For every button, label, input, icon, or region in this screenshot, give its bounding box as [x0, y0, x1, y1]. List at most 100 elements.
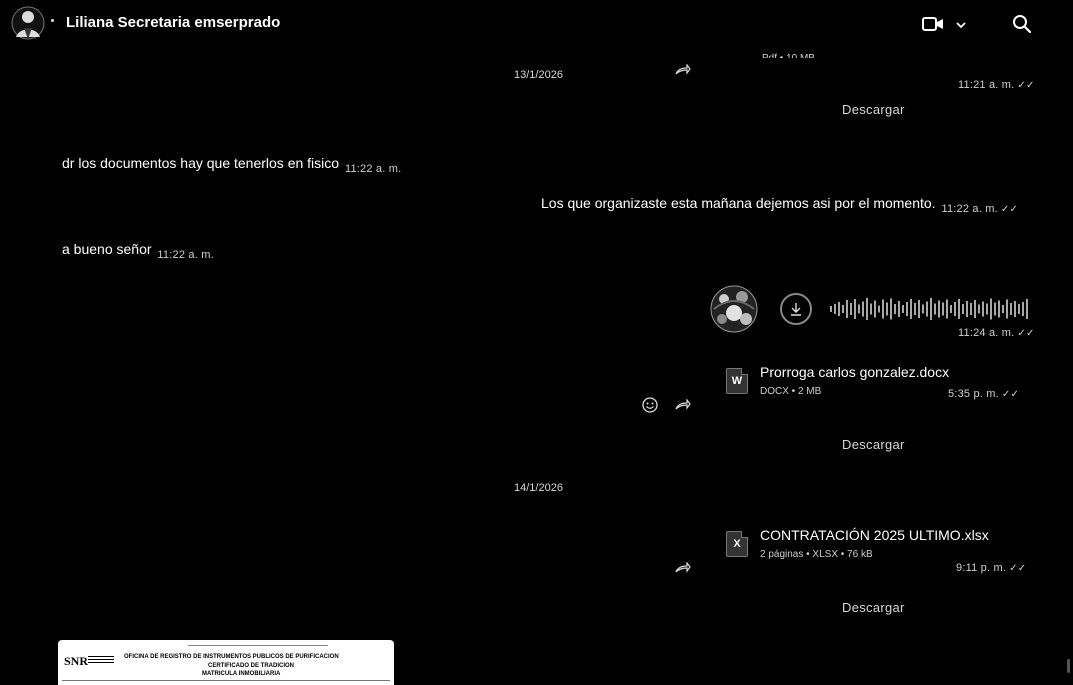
excel-document-icon: X [726, 531, 748, 557]
message-time: 11:24 a. m. ✓✓ [958, 327, 1035, 339]
file-message[interactable]: W Prorroga carlos gonzalez.docx DOCX • 2… [722, 362, 1040, 414]
incoming-message: dr los documentos hay que tenerlos en fi… [62, 155, 401, 175]
waveform-bar [878, 305, 880, 313]
waveform-bar [982, 301, 984, 317]
message-time: 11:22 a. m. [157, 249, 214, 261]
voice-download-button[interactable] [780, 293, 812, 325]
waveform-bar [998, 300, 1000, 318]
waveform-bar [918, 300, 920, 318]
waveform-bar [954, 302, 956, 316]
waveform-bar [886, 302, 888, 316]
waveform-bar [890, 298, 892, 320]
file-message[interactable]: X CONTRATACIÓN 2025 ULTIMO.xlsx 2 página… [722, 525, 1040, 577]
avatar-image [11, 6, 45, 40]
download-button[interactable]: Descargar [842, 102, 905, 117]
waveform-bar [914, 303, 916, 315]
waveform-bar [854, 299, 856, 319]
voice-waveform[interactable] [830, 297, 1032, 321]
waveform-bar [962, 304, 964, 314]
waveform-bar [834, 304, 836, 314]
waveform-bar [1006, 299, 1008, 319]
waveform-bar [898, 301, 900, 317]
waveform-bar [910, 299, 912, 319]
waveform-bar [958, 299, 960, 319]
waveform-bar [902, 305, 904, 313]
waveform-bar [990, 298, 992, 320]
search-icon [1013, 15, 1032, 34]
forward-icon [675, 562, 691, 573]
waveform-bar [870, 303, 872, 315]
message-text: dr los documentos hay que tenerlos en fi… [62, 155, 340, 171]
waveform-bar [930, 298, 932, 320]
forward-button[interactable] [674, 560, 692, 576]
waveform-bar [922, 304, 924, 314]
waveform-bar [862, 301, 864, 317]
voice-sender-avatar [710, 285, 758, 333]
double-check-icon: ✓✓ [1000, 204, 1019, 215]
waveform-bar [846, 300, 848, 318]
waveform-bar [906, 302, 908, 316]
time-text: 11:24 a. m. [958, 327, 1015, 339]
preview-line-1: OFICINA DE REGISTRO DE INSTRUMENTOS PUBL… [124, 654, 339, 660]
waveform-bar [942, 302, 944, 316]
preview-line-3: MATRICULA INMOBILIARIA [202, 671, 281, 677]
waveform-bar [970, 303, 972, 315]
date-separator: 13/1/2026 [514, 69, 563, 81]
waveform-bar [946, 299, 948, 319]
download-button[interactable]: Descargar [842, 600, 905, 615]
video-camera-icon [922, 17, 943, 31]
waveform-bar [926, 301, 928, 317]
waveform-bar [850, 303, 852, 315]
forward-icon [675, 399, 691, 410]
message-text: a bueno señor [62, 241, 152, 257]
preview-logo-subtext [88, 656, 114, 665]
waveform-bar [838, 302, 840, 316]
message-time: 11:22 a. m. ✓✓ [941, 203, 1018, 215]
contact-avatar[interactable] [11, 6, 45, 40]
file-meta-cropped: Pdf • 10 MB [762, 48, 815, 58]
waveform-bar [858, 304, 860, 314]
preview-line-2: CERTIFICADO DE TRADICION [208, 663, 294, 669]
message-time: 9:11 p. m. ✓✓ [956, 562, 1026, 574]
time-text: 11:22 a. m. [941, 203, 998, 215]
video-call-button[interactable] [920, 14, 946, 34]
waveform-bar [1002, 305, 1004, 313]
time-text: 5:35 p. m. [948, 388, 999, 400]
date-separator: 14/1/2026 [514, 482, 563, 494]
search-button[interactable] [1009, 11, 1035, 37]
document-preview[interactable]: SNR OFICINA DE REGISTRO DE INSTRUMENTOS … [58, 640, 394, 685]
forward-icon [675, 64, 691, 75]
avatar-image [710, 285, 758, 333]
waveform-bar [866, 298, 868, 320]
download-arrow-icon [791, 303, 801, 316]
avatar-status-dot [51, 19, 54, 22]
waveform-bar [1018, 304, 1020, 314]
waveform-bar [934, 303, 936, 315]
react-button[interactable] [641, 396, 659, 414]
time-text: 9:11 p. m. [956, 562, 1007, 574]
voice-message: 11:24 a. m. ✓✓ [710, 285, 1040, 345]
emoji-icon [642, 397, 658, 413]
waveform-bar [882, 299, 884, 319]
video-call-dropdown[interactable] [952, 16, 970, 34]
double-check-icon: ✓✓ [1009, 563, 1027, 574]
double-check-icon: ✓✓ [1017, 328, 1035, 339]
message-time: 11:22 a. m. [344, 163, 402, 175]
waveform-bar [950, 305, 952, 313]
incoming-message: a bueno señor 11:22 a. m. [62, 241, 214, 261]
download-button[interactable]: Descargar [842, 437, 905, 452]
outgoing-message: Los que organizaste esta mañana dejemos … [541, 195, 1018, 215]
forward-button[interactable] [674, 62, 692, 78]
waveform-bar [1014, 301, 1016, 317]
waveform-bar [1010, 303, 1012, 315]
scrollbar-thumb[interactable] [1067, 659, 1070, 673]
waveform-bar [994, 302, 996, 316]
time-text: 11:21 a. m. [958, 79, 1015, 91]
double-check-icon: ✓✓ [1017, 80, 1035, 91]
waveform-bar [1022, 302, 1024, 316]
contact-name[interactable]: Liliana Secretaria emserprado [66, 14, 280, 31]
preview-rule [62, 680, 390, 681]
message-time: 11:21 a. m. ✓✓ [958, 79, 1035, 91]
message-time: 5:35 p. m. ✓✓ [948, 388, 1019, 400]
forward-button[interactable] [674, 397, 692, 413]
